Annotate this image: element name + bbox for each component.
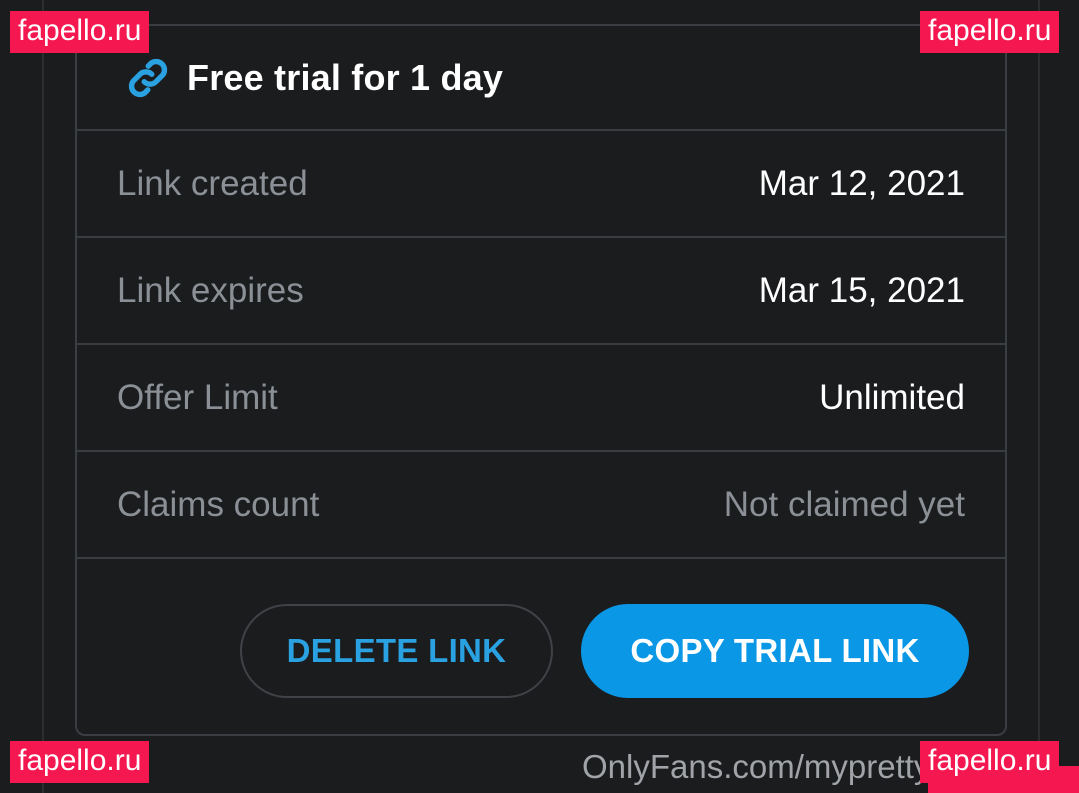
card-header: Free trial for 1 day (77, 26, 1005, 131)
offer-limit-value: Unlimited (819, 377, 965, 417)
offer-limit-label: Offer Limit (117, 377, 278, 417)
copy-trial-link-button[interactable]: COPY TRIAL LINK (581, 604, 969, 698)
row-link-created: Link created Mar 12, 2021 (77, 131, 1005, 238)
link-icon (123, 53, 173, 103)
link-expires-value: Mar 15, 2021 (758, 270, 965, 310)
link-expires-label: Link expires (117, 270, 304, 310)
watermark-top-right: fapello.ru (920, 11, 1060, 53)
row-claims-count: Claims count Not claimed yet (77, 452, 1005, 559)
link-created-label: Link created (117, 163, 308, 203)
row-offer-limit: Offer Limit Unlimited (77, 345, 1005, 452)
left-rail (42, 0, 44, 793)
claims-count-label: Claims count (117, 484, 320, 524)
source-watermark-text: OnlyFans.com/mypretty (582, 748, 931, 785)
claims-count-value: Not claimed yet (723, 484, 965, 524)
delete-link-button[interactable]: DELETE LINK (240, 604, 553, 698)
watermark-top-left: fapello.ru (10, 11, 150, 53)
card-title: Free trial for 1 day (187, 56, 504, 98)
page: Free trial for 1 day Link created Mar 12… (0, 0, 1079, 793)
right-rail (1038, 0, 1040, 793)
row-link-expires: Link expires Mar 15, 2021 (77, 238, 1005, 345)
link-created-value: Mar 12, 2021 (758, 163, 965, 203)
card-actions: DELETE LINK COPY TRIAL LINK (77, 604, 1005, 700)
watermark-bottom-right: fapello.ru (920, 741, 1060, 783)
watermark-bottom-left: fapello.ru (10, 741, 150, 783)
trial-link-card: Free trial for 1 day Link created Mar 12… (75, 24, 1007, 736)
